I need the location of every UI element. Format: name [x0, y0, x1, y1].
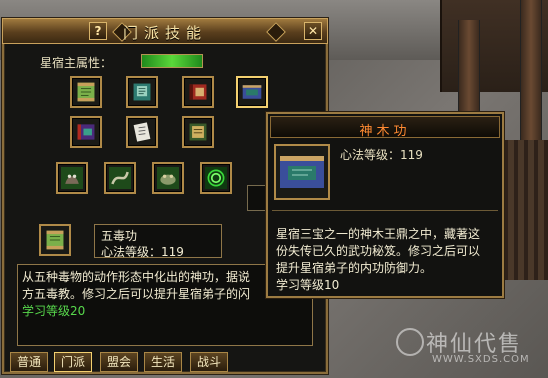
watermark-url: WWW.SXDS.COM — [432, 354, 530, 365]
attribute-gauge — [141, 54, 203, 68]
serpent-icon — [109, 167, 131, 189]
tooltip-desc-line-2: 份失传已久的武功秘笈。修习之后可以 — [276, 244, 481, 258]
attribute-label: 星宿主属性： — [40, 56, 113, 70]
scroll-white-icon — [133, 122, 151, 142]
skill-slot[interactable] — [104, 162, 136, 194]
book-blue-icon — [280, 156, 324, 188]
skill-slot[interactable] — [70, 116, 102, 148]
close-button[interactable]: ✕ — [304, 22, 322, 40]
tooltip-divider — [272, 210, 498, 211]
tab-combat[interactable]: 战斗 — [190, 352, 228, 372]
tooltip-desc-line-3: 提升星宿弟子的内功防御力。 — [276, 261, 433, 275]
book-teal-icon — [133, 83, 151, 101]
scroll-gold-icon — [189, 123, 207, 141]
skill-slot[interactable] — [182, 116, 214, 148]
tooltip-learn-level: 学习等级10 — [276, 278, 340, 292]
tooltip-title: 神木功 — [359, 124, 411, 139]
skill-slot[interactable] — [152, 162, 184, 194]
selected-skill-slot[interactable] — [39, 224, 71, 256]
skill-slot[interactable] — [70, 76, 102, 108]
toad-icon — [157, 167, 179, 189]
book-red-icon — [189, 84, 207, 100]
tab-alliance[interactable]: 盟会 — [100, 352, 138, 372]
description-learn-level: 学习等级20 — [22, 304, 86, 318]
book-blue-icon — [242, 85, 262, 99]
skill-slot[interactable] — [236, 76, 268, 108]
tab-life[interactable]: 生活 — [144, 352, 182, 372]
help-button[interactable]: ? — [89, 22, 107, 40]
tab-normal[interactable]: 普通 — [10, 352, 48, 372]
selected-skill-level: 心法等级：119 — [101, 245, 184, 259]
tooltip-skill-icon-frame — [274, 144, 330, 200]
skill-slot[interactable] — [126, 116, 158, 148]
tab-sect[interactable]: 门派 — [54, 352, 92, 372]
skill-slot[interactable] — [56, 162, 88, 194]
title-bar[interactable]: 门派技能 ? ✕ — [2, 18, 328, 44]
skill-slot[interactable] — [182, 76, 214, 108]
watermark-logo-icon — [396, 328, 424, 356]
skill-slot[interactable] — [200, 162, 232, 194]
tooltip-skill-level: 心法等级：119 — [340, 148, 423, 162]
poison-creature-icon — [61, 167, 83, 189]
tooltip-title-bar: 神木功 — [270, 116, 500, 139]
wooden-pillar — [520, 0, 542, 160]
skill-slot[interactable] — [126, 76, 158, 108]
swirl-icon — [205, 167, 227, 189]
scroll-green-icon — [77, 82, 95, 102]
category-tabs: 普通 门派 盟会 生活 战斗 — [10, 352, 330, 372]
book-purple-icon — [77, 124, 95, 140]
site-watermark: 神仙代售 WWW.SXDS.COM — [396, 326, 544, 370]
tooltip-desc-line-1: 星宿三宝之一的神木王鼎之中，藏著这 — [276, 227, 481, 241]
selected-skill-name: 五毒功 — [101, 229, 138, 243]
skill-tooltip: 神木功 心法等级：119 星宿三宝之一的神木王鼎之中，藏著这 份失传已久的武功秘… — [266, 112, 504, 298]
selected-skill-info: 五毒功 心法等级：119 — [94, 224, 222, 259]
scroll-green-icon — [46, 230, 64, 250]
